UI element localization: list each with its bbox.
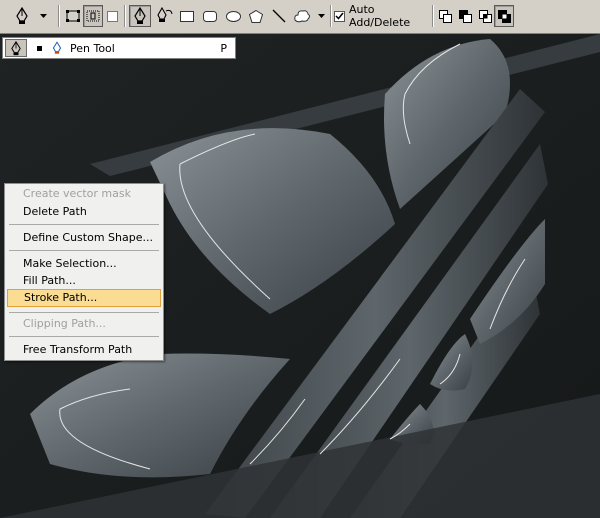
- freeform-pen-button[interactable]: [154, 5, 176, 27]
- preset-label: Pen Tool: [70, 41, 115, 55]
- pen-tool-icon: [11, 40, 21, 55]
- rounded-rectangle-tool-button[interactable]: [200, 5, 220, 27]
- custom-shape-tool-button[interactable]: [291, 5, 313, 27]
- shape-layers-icon: [66, 10, 80, 22]
- rectangle-icon: [180, 10, 194, 22]
- menu-item-make-selection[interactable]: Make Selection...: [5, 255, 163, 273]
- intersect-path-button[interactable]: [476, 5, 494, 27]
- menu-item-create-vector-mask: Create vector mask: [23, 187, 131, 200]
- fill-pixels-icon: [106, 10, 118, 22]
- tool-preset-picker[interactable]: [8, 5, 36, 27]
- menu-separator: [9, 336, 159, 337]
- options-toolbar: Auto Add/Delete: [0, 0, 600, 34]
- ellipse-tool-button[interactable]: [223, 5, 243, 27]
- menu-item-clipping-path: Clipping Path...: [23, 317, 106, 330]
- subtract-path-button[interactable]: [456, 5, 474, 27]
- custom-shape-icon: [294, 10, 310, 23]
- context-menu: Create vector mask Delete Path Define Cu…: [4, 183, 164, 361]
- pen-tool-icon: [134, 7, 146, 24]
- line-tool-button[interactable]: [269, 5, 289, 27]
- tool-preset-button[interactable]: [5, 39, 27, 57]
- subtract-path-icon: [458, 9, 472, 23]
- rectangle-tool-button[interactable]: [177, 5, 197, 27]
- ellipse-icon: [225, 10, 241, 22]
- auto-add-delete-label: Auto Add/Delete: [349, 3, 411, 29]
- menu-item-delete-path[interactable]: Delete Path: [5, 203, 163, 221]
- paths-icon: [86, 10, 100, 22]
- exclude-path-icon: [497, 9, 511, 23]
- bullet-icon: [37, 45, 42, 51]
- line-icon: [272, 9, 286, 23]
- menu-separator: [9, 250, 159, 251]
- menu-item-stroke-path[interactable]: Stroke Path...: [7, 289, 161, 307]
- pen-tool-icon: [52, 41, 62, 54]
- pen-tool-button[interactable]: [129, 5, 151, 27]
- pen-tool-icon: [16, 7, 28, 24]
- rounded-rectangle-icon: [203, 10, 217, 22]
- chevron-down-icon[interactable]: [36, 5, 50, 27]
- intersect-path-icon: [478, 9, 492, 23]
- fill-pixels-button[interactable]: [104, 5, 120, 27]
- add-to-path-icon: [438, 9, 452, 23]
- auto-add-delete-checkbox[interactable]: Auto Add/Delete: [334, 3, 430, 29]
- freeform-pen-icon: [157, 7, 173, 22]
- checkbox-checked-icon: [334, 10, 345, 22]
- menu-item-define-custom-shape[interactable]: Define Custom Shape...: [5, 229, 163, 247]
- menu-separator: [9, 224, 159, 225]
- chevron-down-icon[interactable]: [315, 5, 327, 27]
- menu-separator: [9, 312, 159, 313]
- tool-preset-row[interactable]: Pen Tool P: [2, 37, 236, 59]
- paths-mode-button[interactable]: [83, 5, 103, 27]
- menu-item-free-transform-path[interactable]: Free Transform Path: [5, 341, 163, 359]
- shape-layers-button[interactable]: [63, 5, 83, 27]
- preset-shortcut-key: P: [220, 41, 227, 55]
- menu-item-fill-path[interactable]: Fill Path...: [5, 272, 163, 290]
- polygon-icon: [249, 9, 263, 23]
- polygon-tool-button[interactable]: [246, 5, 266, 27]
- exclude-path-button[interactable]: [494, 5, 514, 27]
- add-to-path-button[interactable]: [436, 5, 454, 27]
